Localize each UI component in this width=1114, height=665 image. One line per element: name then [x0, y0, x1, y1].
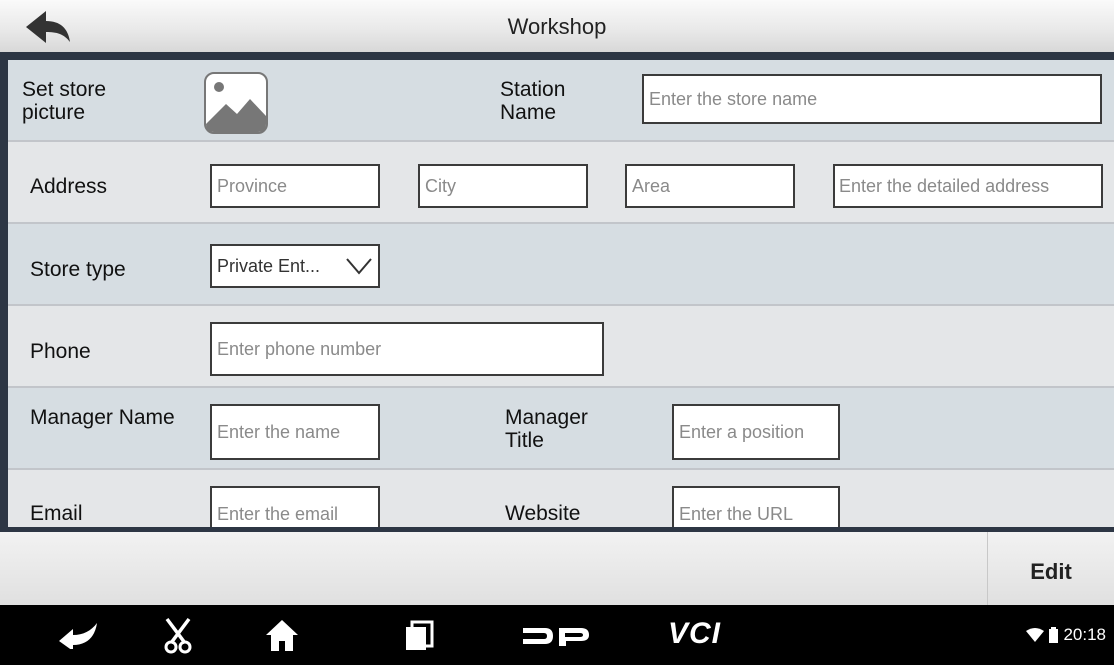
store-type-value: Private Ent...	[217, 256, 321, 276]
recent-apps-icon[interactable]	[403, 620, 435, 652]
area-input[interactable]: Area	[625, 164, 795, 208]
detailed-address-input[interactable]: Enter the detailed address	[833, 164, 1103, 208]
station-name-input[interactable]: Enter the store name	[642, 74, 1102, 124]
row-store-type: Store type Private Ent...	[8, 224, 1114, 306]
form-content: Set store picture Station Name Enter the…	[8, 60, 1114, 527]
website-label: Website	[505, 502, 581, 525]
clock: 20:18	[1063, 625, 1106, 644]
manager-name-label: Manager Name	[30, 406, 175, 429]
page-title: Workshop	[507, 14, 607, 39]
store-picture-button[interactable]	[204, 72, 268, 134]
row-phone: Phone Enter phone number	[8, 306, 1114, 388]
battery-icon	[1049, 627, 1059, 643]
chevron-down-icon	[346, 258, 372, 275]
manager-title-label: Manager Title	[505, 406, 588, 452]
store-type-select[interactable]: Private Ent...	[210, 244, 380, 288]
store-type-label: Store type	[30, 258, 126, 281]
image-placeholder-icon	[204, 72, 268, 134]
manager-title-input[interactable]: Enter a position	[672, 404, 840, 460]
row-contact: Email Enter the email Website Enter the …	[8, 470, 1114, 527]
vci-icon[interactable]: VCI	[668, 617, 721, 651]
row-picture-station: Set store picture Station Name Enter the…	[8, 60, 1114, 142]
wifi-icon	[1026, 628, 1045, 642]
station-name-label: Station Name	[500, 78, 566, 124]
address-label: Address	[30, 175, 108, 198]
phone-label: Phone	[30, 340, 91, 363]
title-bar: Workshop	[0, 0, 1114, 55]
picture-label: Set store picture	[22, 78, 107, 124]
edit-button[interactable]: Edit	[987, 532, 1114, 605]
home-icon[interactable]	[264, 618, 300, 652]
system-nav-bar: VCI 20:18	[0, 605, 1114, 665]
website-input[interactable]: Enter the URL	[672, 486, 840, 527]
row-manager: Manager Name Enter the name Manager Titl…	[8, 388, 1114, 470]
row-address: Address Province City Area Enter the det…	[8, 142, 1114, 224]
back-icon[interactable]	[57, 621, 101, 649]
city-input[interactable]: City	[418, 164, 588, 208]
email-input[interactable]: Enter the email	[210, 486, 380, 527]
manager-name-input[interactable]: Enter the name	[210, 404, 380, 460]
province-input[interactable]: Province	[210, 164, 380, 208]
scissors-icon[interactable]	[163, 617, 193, 655]
action-bar: Edit	[0, 532, 1114, 605]
phone-input[interactable]: Enter phone number	[210, 322, 604, 376]
dp-icon[interactable]	[521, 625, 591, 647]
email-label: Email	[30, 502, 83, 525]
status-area: 20:18	[1026, 625, 1106, 645]
form-frame: Set store picture Station Name Enter the…	[0, 55, 1114, 532]
